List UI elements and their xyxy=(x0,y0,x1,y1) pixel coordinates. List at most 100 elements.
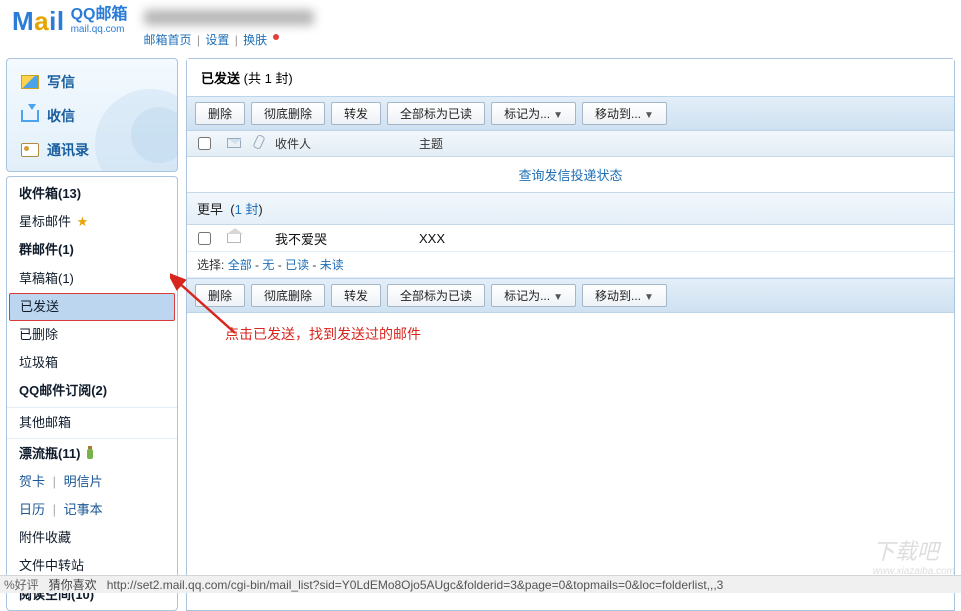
mark-as-label: 标记为... xyxy=(504,289,550,303)
section-earlier-count[interactable]: 1 封 xyxy=(235,202,259,217)
section-earlier-label: 更早 xyxy=(197,202,223,217)
select-read[interactable]: 已读 xyxy=(285,258,309,272)
col-mail-icon xyxy=(221,137,247,151)
sidebar-folders: 收件箱(13) 星标邮件 ★ 群邮件(1) 草稿箱(1) 已发送 已删除 垃圾箱… xyxy=(6,176,178,611)
notification-dot-icon xyxy=(273,34,279,40)
chevron-down-icon: ▼ xyxy=(644,292,654,303)
sidebar-item-drafts[interactable]: 草稿箱(1) xyxy=(7,265,177,293)
row-subject: XXX xyxy=(415,231,954,246)
forward-button[interactable]: 转发 xyxy=(331,284,381,307)
table-row[interactable]: 我不爱哭 XXX xyxy=(187,225,954,251)
footer-url: http://set2.mail.qq.com/cgi-bin/mail_lis… xyxy=(107,578,724,592)
logo-stack: QQ邮箱 mail.qq.com xyxy=(71,6,128,36)
select-none[interactable]: 无 xyxy=(262,258,274,272)
select-all[interactable]: 全部 xyxy=(228,258,252,272)
delete-button[interactable]: 删除 xyxy=(195,284,245,307)
toolbar-bottom: 删除 彻底删除 转发 全部标为已读 标记为...▼ 移动到...▼ xyxy=(187,278,954,313)
sidebar-item-card[interactable]: 贺卡 xyxy=(19,474,45,489)
row-recipient: 我不爱哭 xyxy=(271,229,415,248)
mark-as-dropdown[interactable]: 标记为...▼ xyxy=(491,284,576,307)
star-icon: ★ xyxy=(77,214,89,229)
select-label: 选择: xyxy=(197,258,224,272)
nav-sep: | xyxy=(197,33,200,47)
compose-icon xyxy=(21,75,39,89)
main-panel: 已发送 (共 1 封) 删除 彻底删除 转发 全部标为已读 标记为...▼ 移动… xyxy=(186,58,955,611)
col-subject: 主题 xyxy=(415,135,954,152)
mark-all-read-button[interactable]: 全部标为已读 xyxy=(387,284,485,307)
move-to-label: 移动到... xyxy=(595,289,641,303)
logo: Mail QQ邮箱 mail.qq.com xyxy=(12,6,128,36)
delivery-status-row: 查询发信投递状态 xyxy=(187,157,954,192)
forward-button[interactable]: 转发 xyxy=(331,102,381,125)
sidebar: 写信 收信 通讯录 收件箱(13) 星标邮件 ★ 群邮件(1) 草稿箱(1) 已… xyxy=(6,58,178,611)
sidebar-item-drift[interactable]: 漂流瓶(11) xyxy=(7,440,177,468)
sidebar-item-subscribe[interactable]: QQ邮件订阅(2) xyxy=(7,377,177,405)
move-to-dropdown[interactable]: 移动到...▼ xyxy=(582,284,667,307)
sidebar-item-trash[interactable]: 垃圾箱 xyxy=(7,349,177,377)
select-all-checkbox[interactable] xyxy=(198,137,211,150)
bottle-icon xyxy=(87,449,93,459)
status-bar: %好评 猜你喜欢 http://set2.mail.qq.com/cgi-bin… xyxy=(0,575,961,593)
mark-all-read-button[interactable]: 全部标为已读 xyxy=(387,102,485,125)
mark-as-label: 标记为... xyxy=(504,107,550,121)
sidebar-item-card-row: 贺卡 | 明信片 xyxy=(7,468,177,496)
footer-rating: %好评 xyxy=(4,576,39,593)
sidebar-item-calendar[interactable]: 日历 xyxy=(19,502,45,517)
delete-button[interactable]: 删除 xyxy=(195,102,245,125)
sidebar-item-attach-fav[interactable]: 附件收藏 xyxy=(7,524,177,552)
sidebar-item-notes[interactable]: 记事本 xyxy=(64,502,103,517)
compose-link[interactable]: 写信 xyxy=(7,65,177,99)
logo-mail-text: Mail xyxy=(12,8,65,34)
sidebar-item-sent[interactable]: 已发送 xyxy=(9,293,175,321)
col-recipient: 收件人 xyxy=(271,135,415,152)
sidebar-item-othermail[interactable]: 其他邮箱 xyxy=(7,409,177,437)
paperclip-icon xyxy=(255,138,263,152)
nav-skin[interactable]: 换肤 xyxy=(243,33,267,47)
col-attachment-icon xyxy=(247,135,271,152)
section-earlier: 更早 (1 封) xyxy=(187,192,954,225)
contacts-icon xyxy=(21,143,39,157)
hard-delete-button[interactable]: 彻底删除 xyxy=(251,284,325,307)
receive-link[interactable]: 收信 xyxy=(7,99,177,133)
brand-cn: QQ邮箱 xyxy=(71,6,128,24)
pipe-icon: | xyxy=(53,502,56,517)
select-row: 选择: 全部 - 无 - 已读 - 未读 xyxy=(187,251,954,278)
select-unread[interactable]: 未读 xyxy=(320,258,344,272)
compose-label: 写信 xyxy=(47,72,75,92)
header-nav: 邮箱首页 | 设置 | 换肤 xyxy=(144,31,314,48)
mark-as-dropdown[interactable]: 标记为...▼ xyxy=(491,102,576,125)
user-info xyxy=(144,10,314,26)
hard-delete-button[interactable]: 彻底删除 xyxy=(251,102,325,125)
pipe-icon: | xyxy=(53,474,56,489)
user-blur xyxy=(144,10,314,25)
sidebar-item-inbox[interactable]: 收件箱(13) xyxy=(7,180,177,208)
delivery-status-link[interactable]: 查询发信投递状态 xyxy=(518,168,622,183)
sidebar-item-groupmail[interactable]: 群邮件(1) xyxy=(7,236,177,264)
sidebar-item-starred[interactable]: 星标邮件 ★ xyxy=(7,208,177,236)
nav-sep: | xyxy=(235,33,238,47)
envelope-icon xyxy=(227,138,241,148)
nav-settings[interactable]: 设置 xyxy=(205,33,229,47)
receive-icon xyxy=(21,110,39,122)
page-title: 已发送 (共 1 封) xyxy=(187,59,954,96)
nav-home[interactable]: 邮箱首页 xyxy=(144,33,192,47)
receive-label: 收信 xyxy=(47,106,75,126)
page-title-name: 已发送 xyxy=(201,71,240,86)
move-to-dropdown[interactable]: 移动到...▼ xyxy=(582,102,667,125)
sidebar-top-panel: 写信 收信 通讯录 xyxy=(6,58,178,172)
contacts-label: 通讯录 xyxy=(47,140,89,160)
contacts-link[interactable]: 通讯录 xyxy=(7,133,177,167)
brand-en: mail.qq.com xyxy=(71,24,128,36)
footer-guess-link[interactable]: 猜你喜欢 xyxy=(49,576,97,593)
chevron-down-icon: ▼ xyxy=(644,110,654,121)
toolbar-top: 删除 彻底删除 转发 全部标为已读 标记为...▼ 移动到...▼ xyxy=(187,96,954,131)
row-checkbox[interactable] xyxy=(198,232,211,245)
chevron-down-icon: ▼ xyxy=(553,292,563,303)
chevron-down-icon: ▼ xyxy=(553,110,563,121)
drift-label: 漂流瓶(11) xyxy=(19,446,80,461)
page-title-count: (共 1 封) xyxy=(244,71,293,86)
move-to-label: 移动到... xyxy=(595,107,641,121)
sidebar-item-deleted[interactable]: 已删除 xyxy=(7,321,177,349)
sidebar-item-postcard[interactable]: 明信片 xyxy=(64,474,103,489)
envelope-open-icon xyxy=(227,233,241,243)
